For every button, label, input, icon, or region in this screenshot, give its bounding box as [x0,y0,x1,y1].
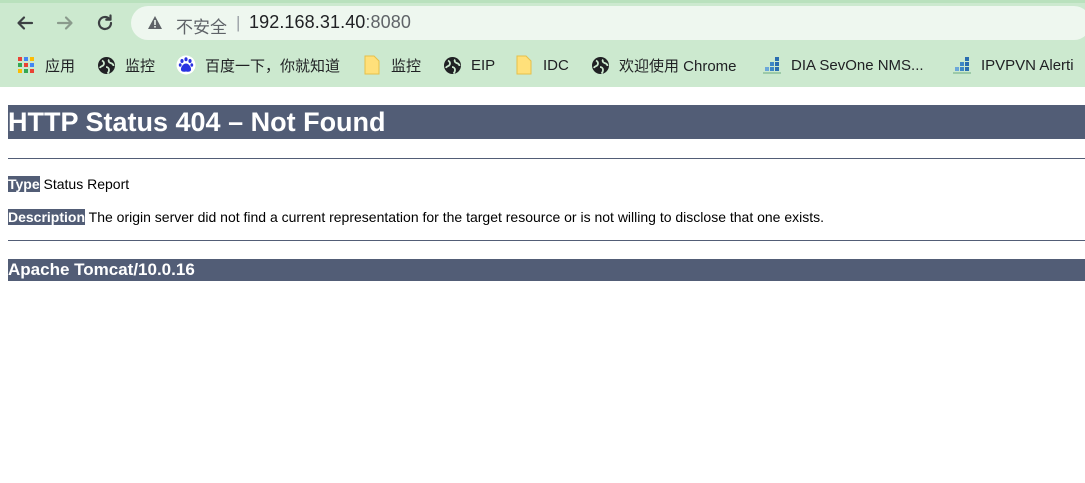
bookmark-label: 监控 [125,57,156,75]
url-text[interactable]: 192.168.31.40:8080 [249,12,411,33]
folder-icon [362,55,382,75]
page-title: HTTP Status 404 – Not Found [8,105,1085,139]
divider [8,158,1085,159]
bookmark-welcome-chrome[interactable]: 欢迎使用 Chrome [590,50,737,80]
tab-strip-edge [0,0,1085,3]
bookmark-monitor-folder[interactable]: 监控 [362,50,421,80]
folder-icon [514,55,534,75]
address-bar[interactable]: 不安全 | 192.168.31.40:8080 [131,6,1085,40]
url-host: 192.168.31.40 [249,12,366,32]
bookmark-apps[interactable]: 应用 [16,50,75,80]
bookmark-eip[interactable]: EIP [442,50,495,80]
divider [8,240,1085,241]
bookmark-label: IDC [543,56,569,74]
bookmark-label: EIP [471,56,496,74]
bookmark-idc-folder[interactable]: IDC [514,50,569,80]
type-value: Status Report [39,176,130,192]
url-port: :8080 [365,12,411,32]
description-label: Description [8,209,86,225]
bookmark-label: 监控 [391,57,422,75]
address-separator: | [236,13,241,32]
bookmark-label: 百度一下，你就知道 [205,57,341,75]
description-value: The origin server did not find a current… [85,209,825,225]
sevone-icon [952,55,972,75]
bookmark-label: DIA SevOne NMS... [791,56,924,74]
bookmark-label: IPVPVN Alerti [981,56,1074,74]
warning-triangle-icon[interactable] [147,15,163,30]
apps-grid-icon [16,55,36,75]
bookmark-baidu[interactable]: 百度一下，你就知道 [176,50,340,80]
security-status-label[interactable]: 不安全 [176,13,227,38]
bookmark-dia-sevone[interactable]: DIA SevOne NMS... [762,50,924,80]
reload-icon [97,14,113,31]
bookmark-label: 应用 [45,57,76,75]
page-content: HTTP Status 404 – Not Found Type Status … [0,87,1085,483]
type-row: Type Status Report [8,175,129,193]
bookmark-monitor-1[interactable]: 监控 [96,50,155,80]
bookmark-label: 欢迎使用 Chrome [619,57,737,75]
bookmark-ipvpvn-alert[interactable]: IPVPVN Alerti [952,50,1074,80]
sevone-icon [762,55,782,75]
forward-button[interactable] [51,9,79,37]
description-row: Description The origin server did not fi… [8,208,824,226]
reload-button[interactable] [91,9,119,37]
bookmarks-bar: 应用 监控 百度一下，你就知道 监控 EIP IDC 欢迎使用 Chrome D… [0,50,1085,80]
back-button[interactable] [11,9,39,37]
globe-icon [590,55,610,75]
browser-chrome: 不安全 | 192.168.31.40:8080 应用 监控 百度一下，你就知道… [0,0,1085,87]
globe-icon [442,55,462,75]
globe-icon [96,55,116,75]
arrow-right-icon [56,16,73,30]
arrow-left-icon [17,16,34,30]
baidu-paw-icon [176,55,196,75]
type-label: Type [8,176,40,192]
server-version-footer: Apache Tomcat/10.0.16 [8,259,1085,281]
